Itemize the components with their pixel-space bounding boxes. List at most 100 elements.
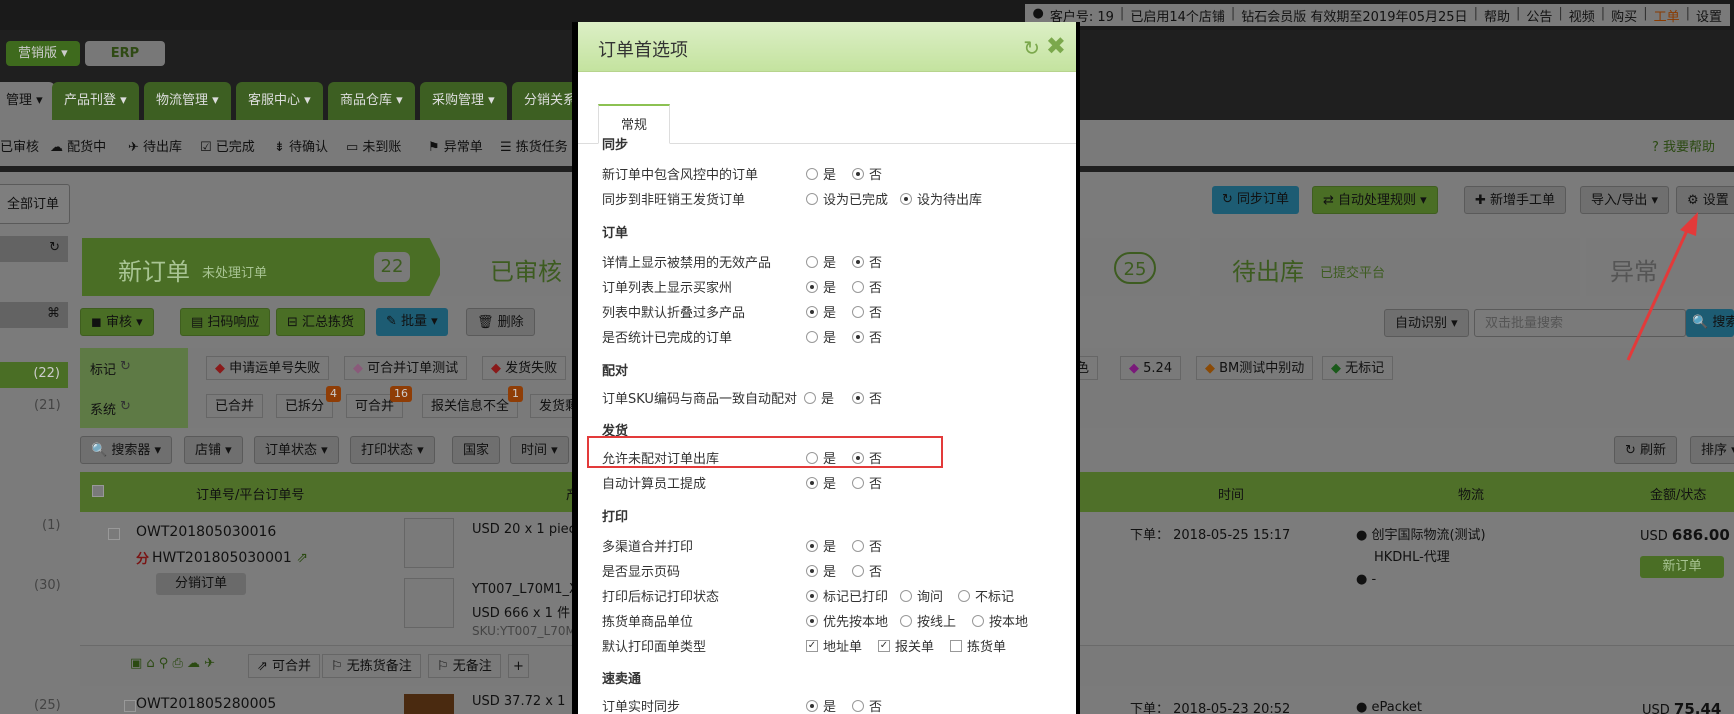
subnav-picking[interactable]: ☁ 配货中 xyxy=(50,136,106,155)
refresh-button[interactable]: ↻ 刷新 xyxy=(1614,436,1678,464)
filter-print-status[interactable]: 打印状态 ▾ xyxy=(350,436,435,464)
buy-link[interactable]: 购买 xyxy=(1611,6,1637,25)
left-count[interactable]: (30) xyxy=(34,578,61,593)
radio-yes[interactable]: 是 xyxy=(806,302,836,321)
left-count-active[interactable]: (22) xyxy=(0,362,68,388)
select-all-checkbox[interactable] xyxy=(92,485,104,497)
checkbox-customs-label[interactable]: ✓ 报关单 xyxy=(878,636,934,655)
scan-button[interactable]: ▤ 扫码响应 xyxy=(180,308,271,336)
note-tag[interactable]: ⚐ 无备注 xyxy=(428,654,501,678)
radio-no[interactable]: 否 xyxy=(852,561,882,580)
platform-order-number[interactable]: HWT201805030001 ⇗ xyxy=(152,550,308,566)
radio-ask[interactable]: 询问 xyxy=(900,586,943,605)
mark-tag[interactable]: ◆ 发货失败 xyxy=(482,356,567,380)
sync-orders-button[interactable]: ↻ 同步订单 xyxy=(1212,186,1300,214)
product-code[interactable]: YT007_L70M1_X xyxy=(472,582,578,597)
radio-yes[interactable]: 是 xyxy=(806,561,836,580)
mark-tag[interactable]: ◆ 5.24 xyxy=(1120,356,1182,380)
settings-link[interactable]: 设置 xyxy=(1696,6,1722,25)
video-link[interactable]: 视频 xyxy=(1569,6,1595,25)
add-manual-order-button[interactable]: ✚ 新增手工单 xyxy=(1464,186,1567,214)
filter-time[interactable]: 时间 ▾ xyxy=(510,436,569,464)
stage-out[interactable]: 待出库 已提交平台 xyxy=(1200,238,1580,296)
refresh-icon[interactable]: ↻ xyxy=(49,240,60,255)
row-checkbox[interactable] xyxy=(124,700,137,712)
order-number[interactable]: OWT201805030016 xyxy=(136,524,276,540)
tab-listing[interactable]: 产品刊登 ▾ xyxy=(52,82,139,120)
tab-all-orders[interactable]: 全部订单 xyxy=(0,184,71,224)
radio-set-completed[interactable]: 设为已完成 xyxy=(806,189,888,208)
auto-identify-dropdown[interactable]: 自动识别 ▾ xyxy=(1384,309,1469,337)
delete-button[interactable]: 🗑 删除 xyxy=(466,308,535,336)
radio-yes[interactable]: 是 xyxy=(806,327,836,346)
tree-icon[interactable]: ⌘ xyxy=(47,306,60,321)
radio-no[interactable]: 否 xyxy=(852,302,882,321)
refresh-icon[interactable]: ↻ xyxy=(120,399,131,414)
subnav-pending-out[interactable]: ✈ 待出库 xyxy=(128,136,182,155)
radio-no[interactable]: 否 xyxy=(852,164,882,183)
auto-rules-button[interactable]: ⇄ 自动处理规则 ▾ xyxy=(1312,186,1438,214)
refresh-icon[interactable]: ↻ xyxy=(1023,36,1040,60)
checkbox-address-label[interactable]: ✓ 地址单 xyxy=(806,636,862,655)
radio-yes[interactable]: 是 xyxy=(806,164,836,183)
close-icon[interactable]: ✖ xyxy=(1046,32,1066,60)
radio-no[interactable]: 否 xyxy=(852,327,882,346)
system-tag[interactable]: 已拆分 xyxy=(276,394,334,418)
radio-no-mark[interactable]: 不标记 xyxy=(958,586,1014,605)
product-image[interactable] xyxy=(404,518,454,568)
radio-yes[interactable]: 是 xyxy=(804,388,834,407)
review-button[interactable]: ◼ 审核 ▾ xyxy=(80,308,154,336)
order-number[interactable]: OWT201805280005 xyxy=(136,696,276,712)
filter-order-status[interactable]: 订单状态 ▾ xyxy=(254,436,339,464)
row-action-icons[interactable]: ▣ ⌂ ⚲ ⎙ ☁ ✈ xyxy=(130,656,215,671)
tab-logistics[interactable]: 物流管理 ▾ xyxy=(144,82,231,120)
left-count[interactable]: (21) xyxy=(34,398,61,413)
radio-no[interactable]: 否 xyxy=(852,388,882,407)
filter-store[interactable]: 店铺 ▾ xyxy=(184,436,243,464)
refresh-icon[interactable]: ↻ xyxy=(120,359,131,374)
add-tag-button[interactable]: + xyxy=(508,654,529,678)
mark-tag[interactable]: ◆ BM测试中别动 xyxy=(1196,356,1314,380)
mark-tag[interactable]: ◆ 申请运单号失败 xyxy=(206,356,330,380)
mark-tag[interactable]: ◆ 可合并订单测试 xyxy=(344,356,468,380)
left-count[interactable]: (1) xyxy=(42,518,60,533)
radio-yes[interactable]: 是 xyxy=(806,696,836,714)
sort-button[interactable]: 排序 ▾ xyxy=(1690,436,1734,464)
stage-reviewed[interactable]: 已审核 xyxy=(440,238,572,296)
subnav-unpaid[interactable]: ▭ 未到账 xyxy=(346,136,401,155)
help-me-link[interactable]: ? 我要帮助 xyxy=(1652,136,1715,155)
ticket-link[interactable]: 工单 xyxy=(1654,6,1680,25)
radio-by-local[interactable]: 按本地 xyxy=(972,611,1028,630)
mergeable-tag[interactable]: ⇗ 可合并 xyxy=(248,654,321,678)
summary-picking-button[interactable]: ⊟ 汇总拣货 xyxy=(276,308,366,336)
subnav-picking-task[interactable]: ☰ 拣货任务 xyxy=(500,136,568,155)
subnav-confirm[interactable]: ⇟ 待确认 xyxy=(274,136,328,155)
product-image[interactable] xyxy=(404,578,454,628)
left-count[interactable]: (25) xyxy=(34,698,61,713)
radio-set-pending-out[interactable]: 设为待出库 xyxy=(900,189,982,208)
tab-service[interactable]: 客服中心 ▾ xyxy=(236,82,323,120)
product-image[interactable] xyxy=(404,694,454,714)
radio-no[interactable]: 否 xyxy=(852,696,882,714)
stage-new[interactable]: 新订单 未处理订单 22 xyxy=(82,238,444,296)
radio-yes[interactable]: 是 xyxy=(806,252,836,271)
radio-mark-printed[interactable]: 标记已打印 xyxy=(806,586,888,605)
erp-button[interactable]: ERP xyxy=(85,41,165,66)
radio-prefer-local[interactable]: 优先按本地 xyxy=(806,611,888,630)
filter-country[interactable]: 国家 xyxy=(452,436,501,464)
tab-warehouse[interactable]: 商品仓库 ▾ xyxy=(328,82,415,120)
subnav-completed[interactable]: ☑ 已完成 xyxy=(200,136,255,155)
radio-yes[interactable]: 是 xyxy=(806,536,836,555)
tab-manage[interactable]: 管理 ▾ xyxy=(0,82,55,120)
radio-yes[interactable]: 是 xyxy=(806,473,836,492)
help-link[interactable]: 帮助 xyxy=(1484,6,1510,25)
stage-count[interactable]: 25 xyxy=(1080,238,1190,296)
radio-by-online[interactable]: 按线上 xyxy=(900,611,956,630)
radio-no[interactable]: 否 xyxy=(852,277,882,296)
store-link[interactable]: 已启用14个店铺 xyxy=(1130,6,1225,25)
announce-link[interactable]: 公告 xyxy=(1526,6,1552,25)
filter-searcher[interactable]: 🔍 搜索器 ▾ xyxy=(80,436,173,464)
mark-tag[interactable]: ◆ 无标记 xyxy=(1322,356,1394,380)
radio-no[interactable]: 否 xyxy=(852,252,882,271)
row-checkbox[interactable] xyxy=(108,528,121,540)
